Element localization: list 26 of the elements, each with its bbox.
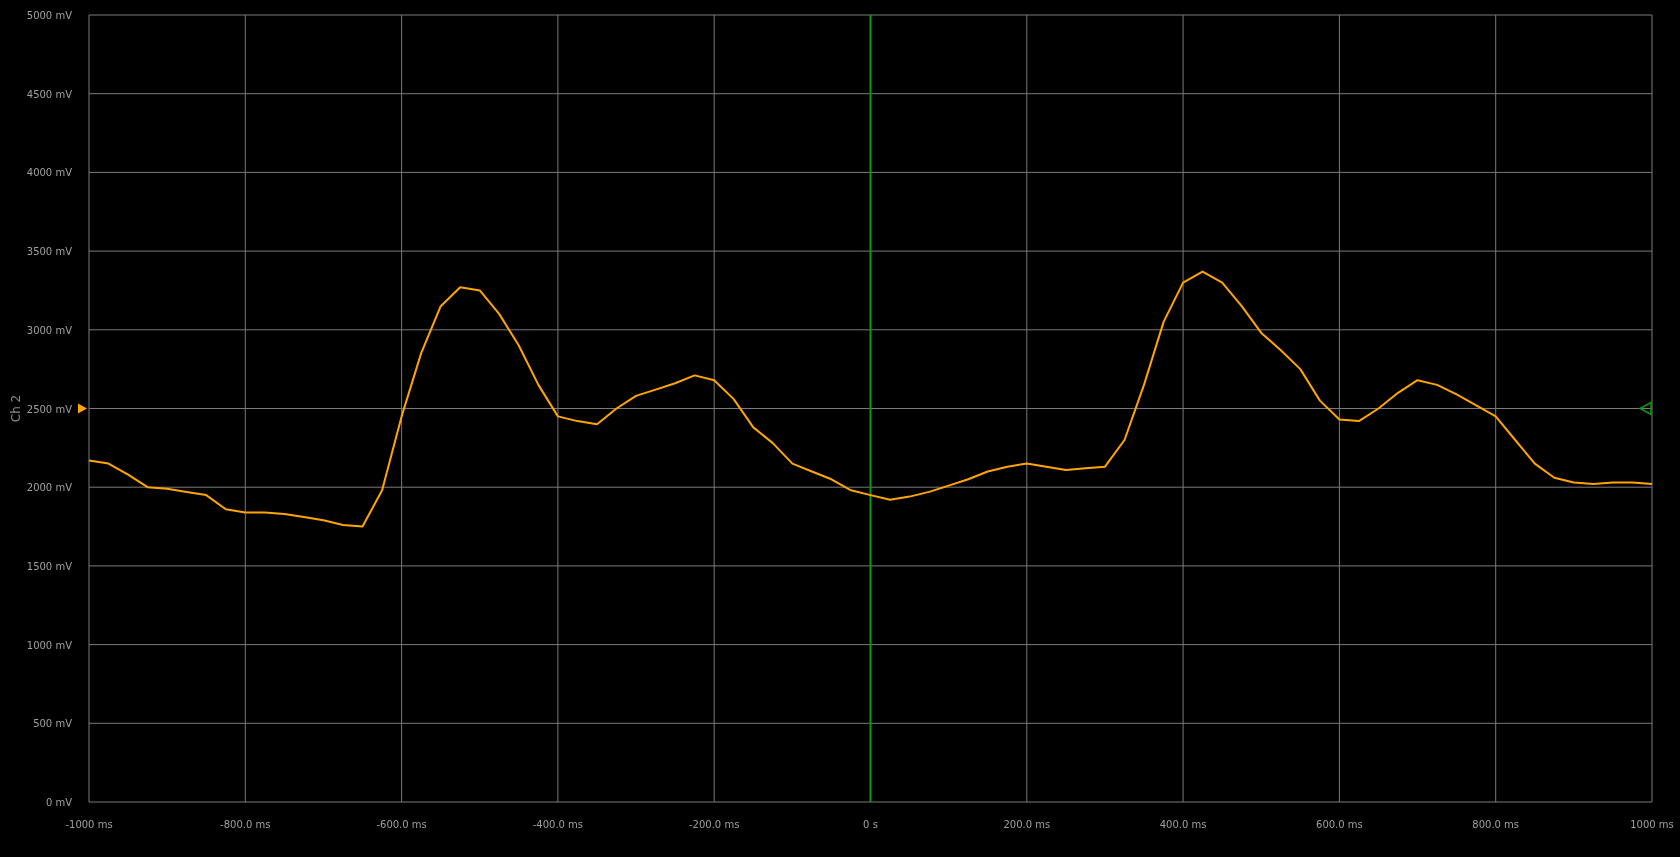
y-tick-label: 5000 mV	[26, 10, 72, 21]
x-tick-label: 600.0 ms	[1316, 819, 1363, 830]
x-tick-label: 800.0 ms	[1472, 819, 1520, 830]
trigger-position-line[interactable]	[869, 14, 872, 803]
y-tick-label: 0 mV	[45, 797, 72, 808]
trigger-level-icon[interactable]	[1638, 401, 1652, 416]
y-tick-label: 1000 mV	[26, 639, 72, 651]
y-tick-label: 4500 mV	[26, 88, 72, 100]
y-tick-label: 2000 mV	[26, 482, 72, 494]
y-tick-label: 4000 mV	[26, 167, 72, 179]
channel-label: Ch 2	[9, 394, 23, 423]
x-tick-label: 1000 ms	[1630, 819, 1674, 830]
x-tick-label: -200.0 ms	[689, 819, 740, 830]
y-tick-label: 500 mV	[33, 718, 72, 730]
x-tick-label: 0 s	[863, 819, 878, 830]
x-tick-label: -600.0 ms	[376, 819, 427, 830]
offset-marker-icon[interactable]	[78, 403, 87, 414]
y-tick-label: 1500 mV	[26, 560, 72, 572]
x-tick-label: 400.0 ms	[1159, 819, 1207, 830]
y-tick-label: 3000 mV	[26, 324, 72, 336]
x-tick-label: 200.0 ms	[1003, 819, 1051, 830]
y-tick-label: 2500 mV	[26, 403, 72, 415]
y-tick-label: 3500 mV	[26, 246, 72, 258]
x-tick-label: -400.0 ms	[532, 819, 584, 830]
x-tick-label: -800.0 ms	[220, 819, 271, 830]
x-tick-label: -1000 ms	[65, 819, 113, 830]
